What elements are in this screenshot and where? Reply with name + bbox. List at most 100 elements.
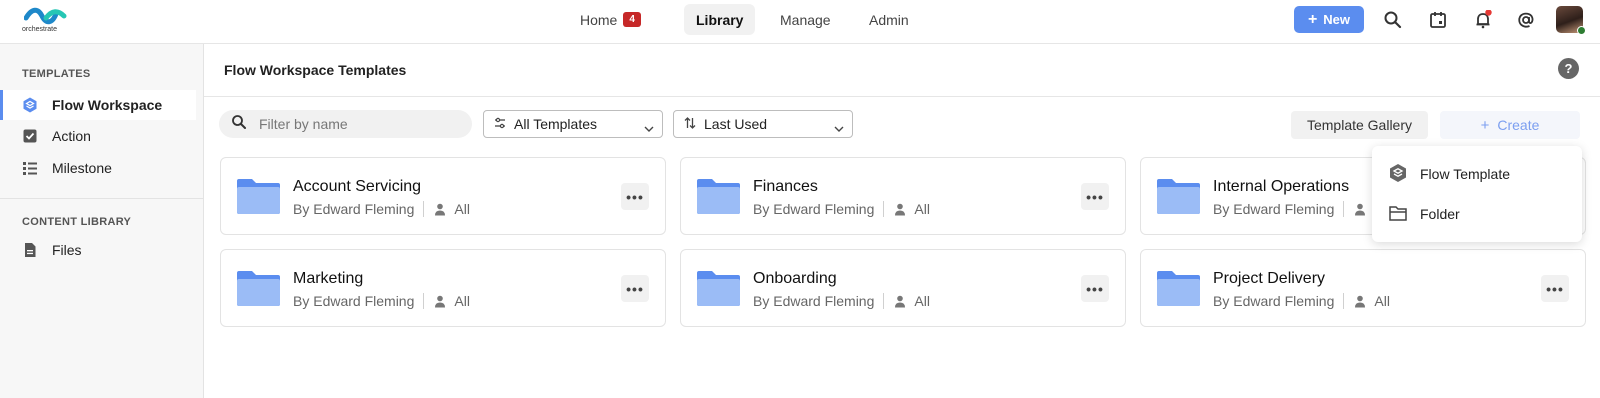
- template-meta: By Edward Fleming All: [293, 201, 470, 217]
- sidebar-item-label: Files: [52, 242, 82, 258]
- template-name: Internal Operations: [1213, 178, 1350, 195]
- template-author: By Edward Fleming: [293, 293, 415, 309]
- filter-by-name-input[interactable]: [259, 116, 459, 132]
- create-button[interactable]: + Create: [1440, 111, 1580, 139]
- sidebar-item-label: Milestone: [52, 160, 112, 176]
- meta-divider: [423, 293, 425, 309]
- nav-library[interactable]: Library: [684, 4, 756, 35]
- template-author: By Edward Fleming: [753, 293, 875, 309]
- template-meta: By Edward FlemingAll: [753, 293, 930, 309]
- nav-admin[interactable]: Admin: [857, 4, 921, 35]
- template-author: By Edward Fleming: [753, 201, 875, 217]
- more-options-button[interactable]: •••: [1081, 183, 1109, 210]
- folder-outline-icon: [1388, 203, 1408, 226]
- sidebar-item-label: Flow Workspace: [52, 97, 163, 113]
- template-gallery-button[interactable]: Template Gallery: [1291, 111, 1428, 139]
- template-card[interactable]: Finances By Edward Fleming All •••: [680, 157, 1126, 235]
- create-menu-item-label: Folder: [1420, 206, 1460, 222]
- person-icon: [434, 203, 446, 216]
- filter-search[interactable]: [219, 110, 472, 138]
- milestone-list-icon: [22, 160, 38, 176]
- sort-value: Last Used: [704, 116, 768, 132]
- template-name: Finances: [753, 178, 818, 195]
- more-options-button[interactable]: •••: [1541, 275, 1569, 302]
- template-card[interactable]: Onboarding By Edward Fleming All •••: [680, 249, 1126, 327]
- file-icon: [22, 242, 38, 258]
- nav-admin-label: Admin: [869, 11, 909, 28]
- create-menu-item-folder[interactable]: Folder: [1388, 202, 1460, 226]
- template-type-value: All Templates: [514, 116, 598, 132]
- chevron-down-icon: [834, 120, 844, 136]
- sort-select[interactable]: Last Used: [673, 110, 853, 138]
- meta-divider: [883, 201, 885, 217]
- template-meta: By Edward FlemingAll: [1213, 293, 1390, 309]
- folder-icon: [696, 270, 741, 307]
- more-options-button[interactable]: •••: [621, 275, 649, 302]
- sidebar-divider: [0, 198, 204, 199]
- meta-divider: [1343, 293, 1345, 309]
- online-status-indicator: [1577, 26, 1586, 35]
- create-menu: Flow Template Folder: [1372, 146, 1582, 242]
- top-bar: orchestrate Home 4 Library Manage Admin …: [0, 0, 1600, 44]
- more-options-button[interactable]: •••: [621, 183, 649, 210]
- template-author: By Edward Fleming: [1213, 201, 1335, 217]
- sidebar-item-files[interactable]: Files: [0, 235, 196, 265]
- folder-icon: [1156, 178, 1201, 215]
- orchestrate-logo[interactable]: orchestrate: [22, 6, 72, 40]
- search-icon: [231, 114, 247, 135]
- template-access: All: [454, 201, 470, 217]
- create-menu-item-flow-template[interactable]: Flow Template: [1388, 162, 1510, 186]
- plus-icon: +: [1480, 116, 1490, 134]
- template-type-select[interactable]: All Templates: [483, 110, 663, 138]
- nav-library-label: Library: [696, 11, 744, 28]
- help-icon[interactable]: ?: [1558, 58, 1579, 79]
- content-library-section-heading: CONTENT LIBRARY: [22, 216, 132, 228]
- template-meta: By Edward FlemingAll: [1213, 201, 1390, 217]
- nav-manage-label: Manage: [780, 11, 831, 28]
- filter-sliders-icon: [494, 116, 506, 132]
- search-icon[interactable]: [1383, 10, 1403, 30]
- chevron-down-icon: [644, 120, 654, 136]
- calendar-icon[interactable]: [1428, 10, 1448, 30]
- folder-icon: [696, 178, 741, 215]
- flow-template-icon: [1388, 163, 1408, 186]
- template-name: Account Servicing: [293, 178, 422, 195]
- more-options-button[interactable]: •••: [1081, 275, 1109, 302]
- templates-section-heading: TEMPLATES: [22, 68, 91, 80]
- sidebar-item-flow-workspace[interactable]: Flow Workspace: [0, 90, 196, 120]
- mentions-icon[interactable]: [1516, 10, 1536, 30]
- person-icon: [894, 295, 906, 308]
- template-card[interactable]: Project Delivery By Edward Fleming All •••: [1140, 249, 1586, 327]
- notifications-bell-icon[interactable]: [1473, 9, 1493, 30]
- sidebar-item-milestone[interactable]: Milestone: [0, 153, 196, 183]
- template-author: By Edward Fleming: [293, 201, 415, 217]
- new-button[interactable]: + New: [1294, 6, 1364, 33]
- template-name: Onboarding: [753, 270, 837, 287]
- sidebar-item-action[interactable]: Action: [0, 121, 196, 151]
- nav-home[interactable]: Home 4: [568, 4, 653, 35]
- meta-divider: [423, 201, 425, 217]
- template-meta: By Edward Fleming All: [293, 293, 470, 309]
- person-icon: [1354, 203, 1366, 216]
- plus-icon: +: [1307, 10, 1318, 28]
- checkbox-icon: [22, 128, 38, 144]
- new-button-label: New: [1323, 12, 1351, 27]
- nav-manage[interactable]: Manage: [768, 4, 843, 35]
- folder-icon: [1156, 270, 1201, 307]
- page-title: Flow Workspace Templates: [224, 62, 407, 78]
- flow-workspace-icon: [22, 97, 38, 113]
- template-card[interactable]: Account Servicing By Edward Fleming All •••: [220, 157, 666, 235]
- template-card[interactable]: Marketing By Edward Fleming All •••: [220, 249, 666, 327]
- folder-icon: [236, 178, 281, 215]
- create-button-label: Create: [1497, 117, 1540, 133]
- sort-arrows-icon: [684, 116, 696, 132]
- meta-divider: [883, 293, 885, 309]
- sidebar-item-label: Action: [52, 128, 91, 144]
- person-icon: [894, 203, 906, 216]
- meta-divider: [1343, 201, 1345, 217]
- home-notification-badge: 4: [623, 12, 641, 27]
- nav-home-label: Home: [580, 11, 618, 28]
- template-access: All: [454, 293, 470, 309]
- page-header: Flow Workspace Templates ?: [204, 44, 1600, 97]
- sidebar: TEMPLATES Flow Workspace Action Mileston…: [0, 44, 204, 398]
